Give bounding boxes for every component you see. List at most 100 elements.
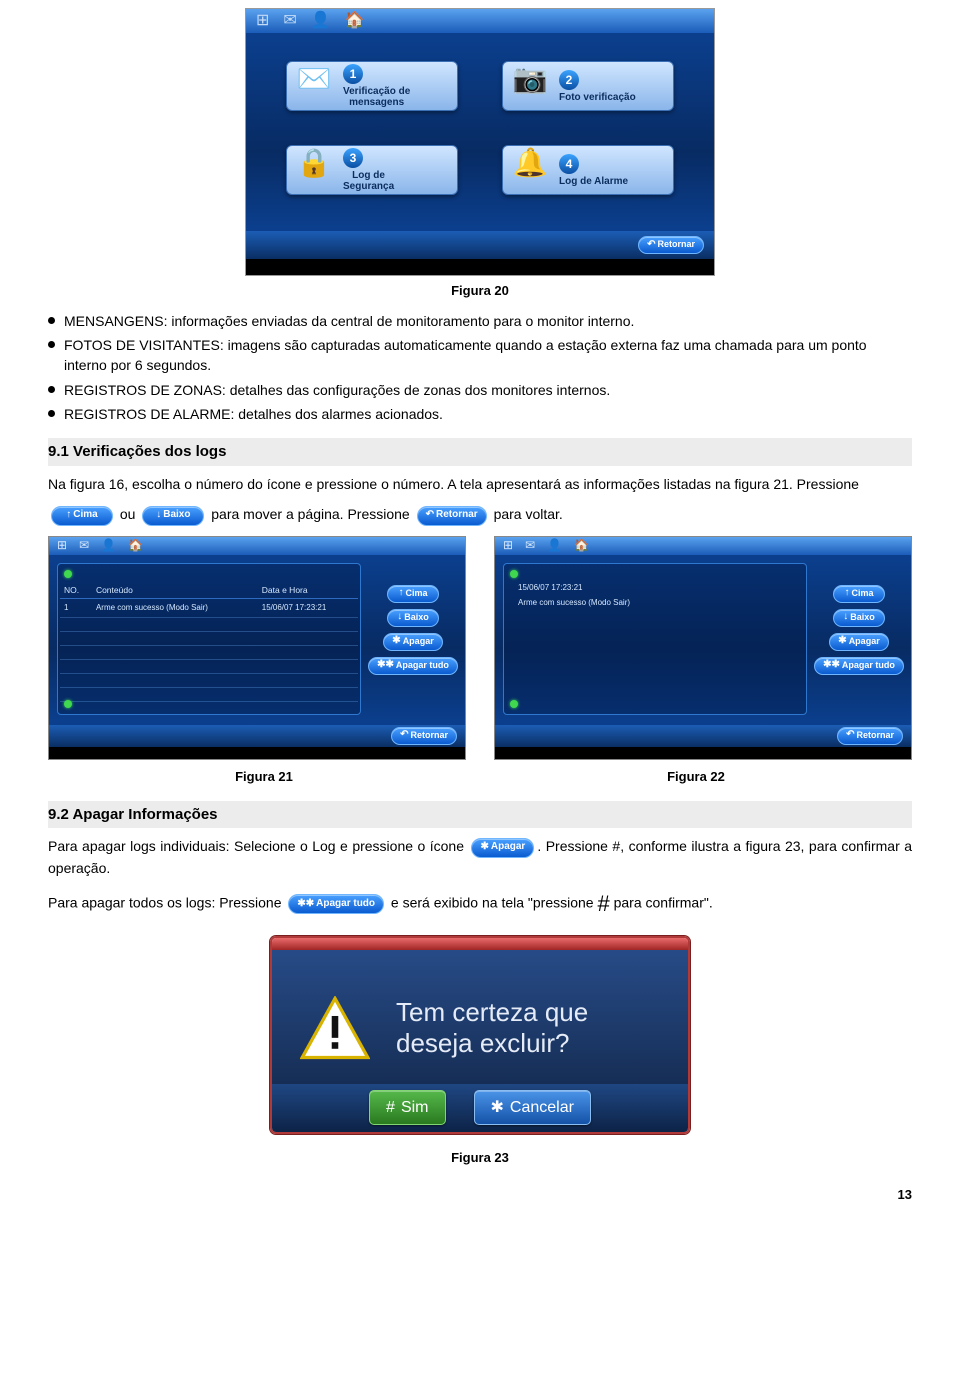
retornar-button: ↶Retornar: [417, 506, 487, 526]
figure-21-caption: Figura 21: [48, 768, 480, 787]
dialog-message-line: deseja excluir?: [396, 1028, 588, 1059]
cancelar-button: ✱ Cancelar: [474, 1090, 591, 1125]
tile-label: Log de Alarme: [559, 176, 628, 187]
col-no: NO.: [60, 582, 92, 599]
topbar-icon: ✉: [525, 537, 535, 554]
topbar-icon: ⊞: [503, 537, 513, 554]
dialog-titlebar: [272, 938, 688, 950]
topbar-icon: 🏠: [128, 537, 143, 554]
text: para mover a página. Pressione: [211, 506, 409, 522]
apagar-label: Apagar: [491, 840, 525, 855]
col-conteudo: Conteúdo: [92, 582, 258, 599]
apagartudo-label: Apagar tudo: [316, 897, 375, 912]
log-table-panel: NO. Conteúdo Data e Hora 1 Arme com suce…: [57, 563, 361, 715]
figure-20-caption: Figura 20: [48, 282, 912, 301]
log-detail-panel: 15/06/07 17:23:21 Arme com sucesso (Modo…: [503, 563, 807, 715]
tile-number: 1: [343, 64, 363, 84]
bullet-list: MENSANGENS: informações enviadas da cent…: [48, 311, 912, 424]
baixo-button: ↓Baixo: [833, 609, 885, 627]
fig22-button-column: ↑Cima ↓Baixo ✱Apagar ✱✱Apagar tudo: [815, 563, 903, 715]
baixo-button: ↓Baixo: [142, 506, 204, 526]
label: Apagar tudo: [842, 659, 895, 672]
retornar-button: ↶Retornar: [391, 727, 457, 745]
sim-label: Sim: [401, 1096, 429, 1119]
fig22-topbar: ⊞ ✉ 👤 🏠: [495, 537, 911, 555]
table-row: [60, 645, 358, 659]
section-9-2-heading: 9.2 Apagar Informações: [48, 801, 912, 829]
figure-22-screenshot: ⊞ ✉ 👤 🏠 15/06/07 17:23:21 Arme com suces…: [494, 536, 912, 760]
apagar-tudo-button: ✱✱Apagar tudo: [814, 657, 904, 675]
table-row: [60, 673, 358, 687]
topbar-icon: 👤: [311, 9, 331, 32]
cell-conteudo: Arme com sucesso (Modo Sair): [92, 598, 258, 617]
col-datahora: Data e Hora: [258, 582, 358, 599]
label: Cima: [851, 587, 873, 600]
baixo-label: Baixo: [163, 508, 190, 523]
tile-label: Segurança: [343, 181, 394, 192]
cima-button: ↑Cima: [833, 585, 885, 603]
return-icon: ↶: [426, 508, 434, 523]
apagar-button: ✱Apagar: [829, 633, 888, 651]
bullet-item: REGISTROS DE ALARME: detalhes dos alarme…: [48, 404, 912, 424]
bullet-item: FOTOS DE VISITANTES: imagens são captura…: [48, 335, 912, 376]
topbar-icon: 🏠: [345, 9, 365, 32]
arrow-down-icon: ↓: [156, 508, 161, 523]
arrow-up-icon: ↑: [844, 586, 849, 601]
retornar-label: Retornar: [436, 508, 478, 523]
topbar-icon: ⊞: [256, 9, 269, 32]
tile-label: Foto verificação: [559, 92, 636, 103]
tile-foto-verificacao: 📷 2 Foto verificação: [502, 61, 674, 111]
apagar-button: ✱Apagar: [471, 838, 534, 858]
lock-icon: 🔒: [289, 135, 339, 191]
apagar-button: ✱Apagar: [383, 633, 442, 651]
tile-label: Log de: [343, 170, 394, 181]
section-9-2-paragraph-2: Para apagar todos os logs: Pressione ✱✱A…: [48, 888, 912, 920]
retornar-button: ↶Retornar: [638, 236, 704, 254]
asterisk-icon: ✱: [838, 634, 846, 649]
topbar-icon: ✉: [283, 9, 296, 32]
arrow-up-icon: ↑: [398, 586, 403, 601]
fig21-topbar: ⊞ ✉ 👤 🏠: [49, 537, 465, 555]
sim-button: # Sim: [369, 1090, 445, 1125]
camera-icon: 📷: [505, 51, 555, 107]
tile-label: Verificação de: [343, 86, 410, 97]
cima-label: Cima: [73, 508, 97, 523]
label: Apagar: [403, 635, 434, 648]
asterisk-icon: ✱: [480, 840, 488, 855]
double-asterisk-icon: ✱✱: [377, 658, 394, 673]
text: Para apagar logs individuais: Selecione …: [48, 838, 464, 854]
text: Na figura 16, escolha o número do ícone …: [48, 476, 859, 492]
tile-number: 2: [559, 70, 579, 90]
fig20-topbar: ⊞ ✉ 👤 🏠: [246, 9, 714, 33]
topbar-icon: 🏠: [574, 537, 589, 554]
arrow-down-icon: ↓: [843, 610, 848, 625]
section-9-1-inline: ↑Cima ou ↓Baixo para mover a página. Pre…: [48, 504, 912, 525]
bullet-item: REGISTROS DE ZONAS: detalhes das configu…: [48, 380, 912, 400]
cell-dh: 15/06/07 17:23:21: [258, 598, 358, 617]
log-table: NO. Conteúdo Data e Hora 1 Arme com suce…: [60, 582, 358, 702]
topbar-icon: 👤: [101, 537, 116, 554]
label: Baixo: [404, 611, 429, 624]
asterisk-icon: ✱: [392, 634, 400, 649]
label: Retornar: [856, 729, 894, 742]
status-led-icon: [510, 700, 518, 708]
figure-23-caption: Figura 23: [48, 1149, 912, 1168]
figure-21-screenshot: ⊞ ✉ 👤 🏠 NO. Conteúdo Data e Hora 1 Arme …: [48, 536, 466, 760]
hash-symbol: #: [597, 891, 609, 916]
table-row: [60, 631, 358, 645]
tile-log-alarme: 🔔 4 Log de Alarme: [502, 145, 674, 195]
section-9-1-paragraph: Na figura 16, escolha o número do ícone …: [48, 474, 912, 494]
alarm-icon: 🔔: [505, 135, 555, 191]
text: para voltar.: [494, 506, 563, 522]
retornar-button: ↶Retornar: [837, 727, 903, 745]
tile-number: 4: [559, 154, 579, 174]
figure-23-dialog: Tem certeza que deseja excluir? # Sim ✱ …: [270, 936, 690, 1134]
tile-number: 3: [343, 148, 363, 168]
apagar-tudo-button: ✱✱Apagar tudo: [368, 657, 458, 675]
status-led-icon: [64, 570, 72, 578]
section-9-2-paragraph-1: Para apagar logs individuais: Selecione …: [48, 836, 912, 878]
hash-icon: #: [386, 1096, 395, 1119]
cima-button: ↑Cima: [51, 506, 113, 526]
return-icon: ↶: [846, 728, 854, 743]
topbar-icon: ✉: [79, 537, 89, 554]
